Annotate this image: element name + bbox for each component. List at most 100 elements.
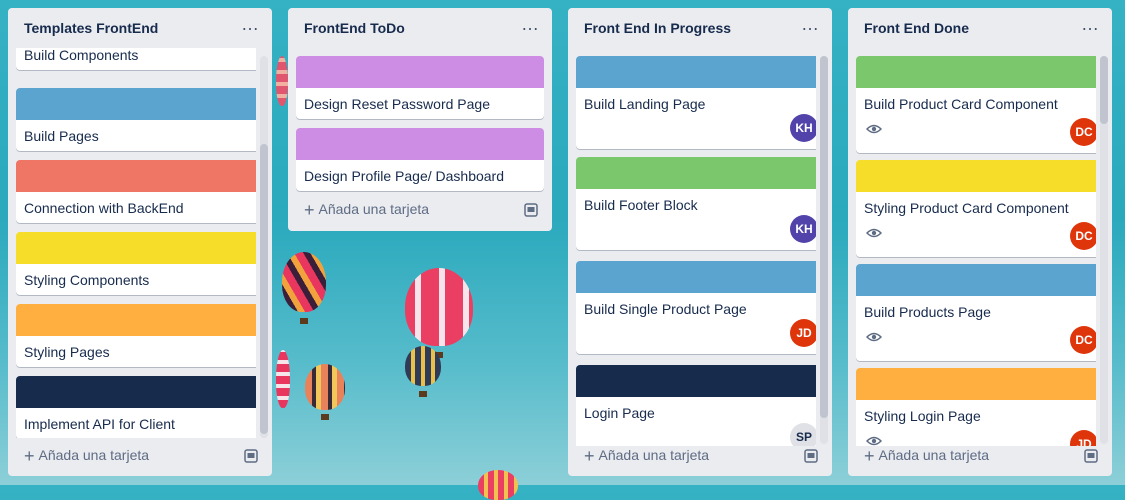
card-title: Build Components: [24, 48, 139, 63]
card[interactable]: Build Components: [16, 48, 256, 70]
card[interactable]: Design Reset Password Page: [296, 56, 544, 119]
card-cover: [296, 128, 544, 160]
list-1: Templates FrontEnd… Build Components Build…: [8, 8, 272, 476]
balloon-decoration: [282, 252, 326, 324]
balloon-decoration: [276, 350, 290, 408]
card-list: Build Product Card Component DC Styling Pr…: [856, 48, 1096, 446]
list-title[interactable]: FrontEnd ToDo: [304, 20, 405, 36]
card-title: Design Profile Page/ Dashboard: [304, 168, 505, 184]
list-menu-button[interactable]: …: [801, 14, 820, 35]
plus-icon: +: [864, 446, 875, 466]
list-menu-button[interactable]: …: [1081, 14, 1100, 35]
card-list: Build Components Build Pages Connection wi…: [16, 48, 256, 438]
list-scrollbar[interactable]: [820, 56, 828, 444]
card-title: Styling Components: [24, 272, 150, 288]
card-template-icon[interactable]: [804, 449, 818, 463]
avatar[interactable]: JD: [790, 319, 816, 347]
balloon-decoration: [305, 364, 345, 420]
card-title: Connection with BackEnd: [24, 200, 184, 216]
card-title: Build Product Card Component: [864, 96, 1058, 112]
card-title: Implement API for Client: [24, 416, 175, 432]
card-list: Build Landing Page KH Build Footer Block KH…: [576, 48, 816, 446]
eye-icon: [865, 330, 883, 344]
avatar[interactable]: JD: [1070, 430, 1096, 446]
card-template-icon[interactable]: [244, 449, 258, 463]
card-title: Styling Login Page: [864, 408, 981, 424]
list-menu-button[interactable]: …: [241, 14, 260, 35]
add-card-button[interactable]: + Añada una tarjeta: [24, 446, 149, 467]
balloon-decoration: [405, 346, 441, 397]
list-scrollbar[interactable]: [1100, 56, 1108, 444]
list-scrollbar[interactable]: [260, 56, 268, 438]
add-card-button[interactable]: + Añada una tarjeta: [584, 446, 709, 467]
add-card-label: Añada una tarjeta: [318, 201, 430, 217]
card-template-icon[interactable]: [524, 203, 538, 217]
card-cover: [16, 232, 256, 264]
card[interactable]: Design Profile Page/ Dashboard: [296, 128, 544, 191]
card-title: Styling Product Card Component: [864, 200, 1069, 216]
card-title: Build Footer Block: [584, 197, 698, 213]
eye-icon: [865, 122, 883, 136]
avatar[interactable]: DC: [1070, 118, 1096, 146]
add-card-label: Añada una tarjeta: [38, 447, 150, 463]
scrollbar-thumb[interactable]: [260, 144, 268, 434]
list-title[interactable]: Front End Done: [864, 20, 969, 36]
scrollbar-thumb[interactable]: [820, 56, 828, 418]
list-menu-button[interactable]: …: [521, 14, 540, 35]
avatar[interactable]: SP: [790, 423, 816, 446]
card[interactable]: Styling Login Page JD: [856, 368, 1096, 446]
plus-icon: +: [584, 446, 595, 466]
eye-icon: [865, 226, 883, 240]
card[interactable]: Build Pages: [16, 88, 256, 151]
card-cover: [576, 157, 816, 189]
list-header: FrontEnd ToDo …: [288, 8, 552, 48]
list-header: Front End Done …: [848, 8, 1112, 48]
card-title: Build Pages: [24, 128, 99, 144]
avatar[interactable]: DC: [1070, 326, 1096, 354]
card-cover: [576, 261, 816, 293]
card[interactable]: Styling Components: [16, 232, 256, 295]
balloon-decoration: [405, 268, 473, 358]
card-title: Build Single Product Page: [584, 301, 747, 317]
card[interactable]: Styling Product Card Component DC: [856, 160, 1096, 257]
card-cover: [16, 376, 256, 408]
card-cover: [856, 368, 1096, 400]
card[interactable]: Login Page SP: [576, 365, 816, 446]
card-cover: [16, 304, 256, 336]
avatar[interactable]: KH: [790, 215, 816, 243]
plus-icon: +: [304, 200, 315, 220]
card[interactable]: Connection with BackEnd: [16, 160, 256, 223]
avatar[interactable]: KH: [790, 114, 816, 142]
card-cover: [16, 88, 256, 120]
card-title: Build Landing Page: [584, 96, 706, 112]
list-header: Front End In Progress …: [568, 8, 832, 48]
add-card-button[interactable]: + Añada una tarjeta: [304, 200, 429, 221]
card[interactable]: Build Single Product Page JD: [576, 261, 816, 354]
card-title: Build Products Page: [864, 304, 991, 320]
add-card-button[interactable]: + Añada una tarjeta: [864, 446, 989, 467]
card-cover: [856, 160, 1096, 192]
balloon-decoration: [478, 470, 518, 500]
card-cover: [296, 56, 544, 88]
card[interactable]: Build Product Card Component DC: [856, 56, 1096, 153]
card-title: Styling Pages: [24, 344, 110, 360]
card[interactable]: Implement API for Client: [16, 376, 256, 438]
card-template-icon[interactable]: [1084, 449, 1098, 463]
list-header: Templates FrontEnd …: [8, 8, 272, 48]
card[interactable]: Build Landing Page KH: [576, 56, 816, 149]
card-title: Design Reset Password Page: [304, 96, 490, 112]
card[interactable]: Build Products Page DC: [856, 264, 1096, 361]
scrollbar-thumb[interactable]: [1100, 56, 1108, 124]
list-title[interactable]: Front End In Progress: [584, 20, 731, 36]
card-cover: [856, 56, 1096, 88]
balloon-decoration: [276, 56, 288, 106]
card-cover: [856, 264, 1096, 296]
add-card-label: Añada una tarjeta: [878, 447, 990, 463]
card-list: Design Reset Password Page Design Profile…: [296, 48, 544, 192]
card[interactable]: Styling Pages: [16, 304, 256, 367]
list-title[interactable]: Templates FrontEnd: [24, 20, 158, 36]
card-cover: [16, 160, 256, 192]
card-cover: [576, 365, 816, 397]
card[interactable]: Build Footer Block KH: [576, 157, 816, 250]
avatar[interactable]: DC: [1070, 222, 1096, 250]
